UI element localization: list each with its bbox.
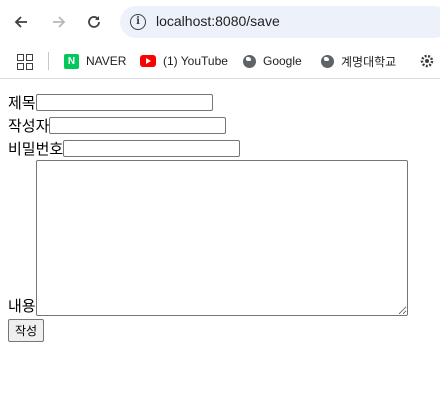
address-bar[interactable]: i localhost:8080/save bbox=[120, 6, 440, 38]
back-button[interactable] bbox=[8, 9, 34, 35]
bookmark-overflow[interactable] bbox=[420, 44, 434, 78]
bookmark-label: Google bbox=[263, 54, 302, 68]
bookmarks-divider bbox=[48, 52, 49, 70]
arrow-left-icon bbox=[14, 16, 27, 28]
url-text[interactable]: localhost:8080/save bbox=[156, 13, 280, 29]
naver-icon: N bbox=[64, 53, 79, 69]
submit-row: 작성 bbox=[8, 316, 408, 342]
title-row: 제목 bbox=[8, 91, 408, 114]
reload-button[interactable] bbox=[81, 9, 107, 35]
bookmark-google[interactable]: Google bbox=[243, 44, 302, 78]
password-row: 비밀번호 bbox=[8, 137, 408, 160]
bookmark-naver[interactable]: N NAVER bbox=[64, 44, 126, 78]
bookmark-label: 계명대학교 bbox=[341, 54, 397, 69]
author-row: 작성자 bbox=[8, 114, 408, 137]
apps-grid-icon[interactable] bbox=[17, 54, 33, 70]
password-label: 비밀번호 bbox=[8, 139, 64, 158]
author-label: 작성자 bbox=[8, 116, 50, 135]
bookmark-label: NAVER bbox=[86, 54, 127, 68]
reload-icon bbox=[88, 16, 100, 28]
bookmark-youtube[interactable]: (1) YouTube bbox=[140, 44, 228, 78]
author-input[interactable] bbox=[49, 117, 227, 134]
bookmarks-bar: N NAVER (1) YouTube Google 계명대학교 bbox=[0, 44, 440, 79]
title-input[interactable] bbox=[35, 94, 213, 111]
browser-toolbar: i localhost:8080/save bbox=[0, 0, 440, 44]
bookmark-keimyung[interactable]: 계명대학교 bbox=[321, 44, 396, 78]
submit-button[interactable]: 작성 bbox=[8, 319, 45, 342]
post-form: 제목 작성자 비밀번호 내용 작성 bbox=[8, 91, 408, 342]
youtube-icon bbox=[140, 55, 156, 67]
bookmark-label: (1) YouTube bbox=[163, 54, 228, 68]
forward-button[interactable] bbox=[46, 9, 72, 35]
globe-icon bbox=[321, 54, 334, 68]
content-label: 내용 bbox=[8, 297, 36, 315]
globe-icon bbox=[243, 54, 256, 68]
content-textarea[interactable] bbox=[35, 160, 408, 316]
info-icon[interactable]: i bbox=[130, 14, 146, 30]
content-row: 내용 bbox=[8, 160, 408, 316]
arrow-right-icon bbox=[53, 16, 66, 28]
password-input[interactable] bbox=[63, 140, 241, 157]
title-label: 제목 bbox=[8, 93, 36, 112]
gear-icon bbox=[420, 54, 434, 68]
